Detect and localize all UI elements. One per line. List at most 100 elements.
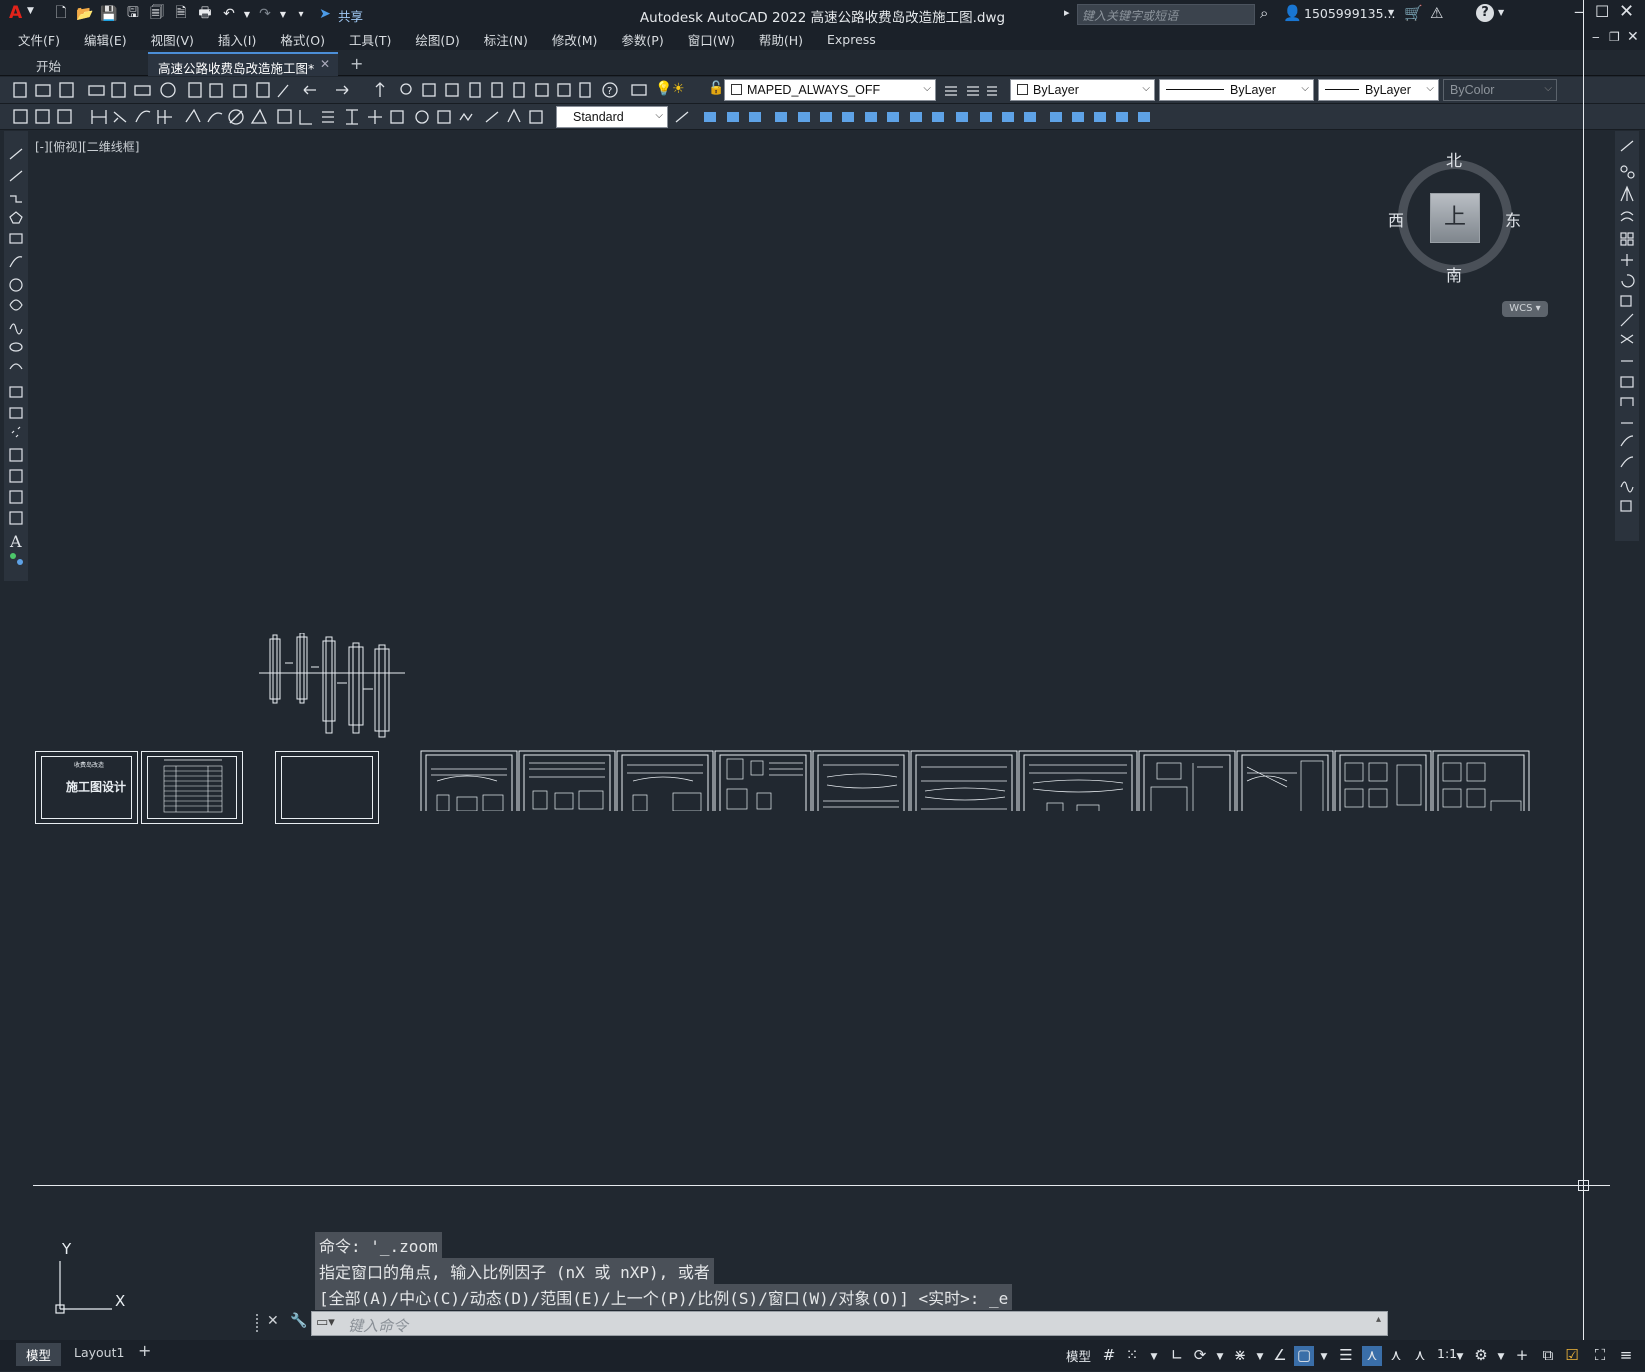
layout-tab-model[interactable]: 模型: [16, 1343, 62, 1366]
compass-south[interactable]: 南: [1446, 262, 1462, 286]
plot-icon[interactable]: 🖶: [194, 3, 216, 25]
menu-draw[interactable]: 绘图(D): [403, 30, 471, 49]
menu-parametric[interactable]: 参数(P): [609, 30, 675, 49]
workspace-gear-icon[interactable]: ⚙: [1471, 1346, 1491, 1366]
help-icon[interactable]: ?: [1476, 4, 1494, 22]
help-dropdown-icon[interactable]: ▼: [1498, 8, 1504, 17]
customize-status-icon[interactable]: ≡: [1616, 1346, 1636, 1366]
doc-restore-icon[interactable]: ❐: [1609, 30, 1620, 44]
menu-dimension[interactable]: 标注(N): [472, 30, 540, 49]
polar-icon[interactable]: ⟳: [1190, 1346, 1210, 1366]
cart-icon[interactable]: 🛒: [1404, 4, 1423, 22]
close-icon[interactable]: ✕: [1619, 1, 1634, 22]
wcs-button[interactable]: WCS ▾: [1502, 301, 1548, 317]
linetype-dropdown[interactable]: ByLayer ⌵: [1159, 79, 1314, 101]
scale-dropdown-icon[interactable]: ▼: [1450, 1352, 1470, 1372]
menu-format[interactable]: 格式(O): [268, 30, 337, 49]
command-input[interactable]: ▭▾ 键入命令 ▴: [311, 1311, 1388, 1336]
osnap-tracking-icon[interactable]: ∠: [1270, 1346, 1290, 1366]
toolbar-row1-icons[interactable]: ?: [8, 77, 688, 104]
viewcube-top-face[interactable]: 上: [1430, 193, 1480, 243]
share-button[interactable]: 共享: [338, 6, 363, 25]
menu-express[interactable]: Express: [815, 32, 888, 47]
save-as-icon[interactable]: 🖫: [122, 3, 144, 25]
viewport-label[interactable]: [-][俯视][二维线框]: [35, 138, 139, 155]
workspace-dropdown-icon[interactable]: ▼: [1491, 1352, 1511, 1372]
tab-start[interactable]: 开始: [26, 52, 144, 76]
construction-sheets[interactable]: [417, 711, 1557, 811]
layer-lock-icon[interactable]: 🔓: [708, 81, 724, 96]
isodraft-dropdown-icon[interactable]: ▼: [1250, 1352, 1270, 1372]
autoscale-icon[interactable]: ⋏: [1386, 1346, 1406, 1366]
undo-icon[interactable]: ↶: [218, 3, 240, 25]
search-expand-icon[interactable]: ▸: [1064, 6, 1070, 19]
doc-close-icon[interactable]: ✕: [1627, 29, 1639, 45]
search-icon[interactable]: ⌕: [1260, 4, 1268, 22]
quick-properties-icon[interactable]: ☑: [1562, 1346, 1582, 1366]
sheet-blank[interactable]: [275, 751, 379, 824]
detail-geometry[interactable]: [255, 633, 415, 743]
command-recent-icon[interactable]: ▭▾: [316, 1315, 335, 1330]
menu-modify[interactable]: 修改(M): [540, 30, 610, 49]
command-customize-icon[interactable]: 🔧: [290, 1313, 307, 1329]
status-model-button[interactable]: 模型: [1066, 1346, 1091, 1365]
tab-drawing[interactable]: 高速公路收费岛改造施工图* ✕: [148, 52, 338, 76]
redo-dropdown-icon[interactable]: ▼: [278, 3, 288, 25]
compass-east[interactable]: 东: [1505, 207, 1521, 231]
app-logo[interactable]: A: [9, 3, 22, 23]
grid-icon[interactable]: #: [1099, 1346, 1119, 1366]
viewcube[interactable]: 上 北 南 西 东: [1385, 147, 1525, 287]
save-icon[interactable]: 💾: [98, 3, 120, 25]
osnap-icon[interactable]: ▢: [1294, 1346, 1314, 1366]
annotation-visibility-icon[interactable]: ⋏: [1362, 1346, 1382, 1366]
command-close-icon[interactable]: ✕: [267, 1313, 279, 1329]
units-icon[interactable]: ⧉: [1538, 1346, 1558, 1366]
osnap-dropdown-icon[interactable]: ▼: [1314, 1352, 1334, 1372]
snap-dropdown-icon[interactable]: ▼: [1144, 1352, 1164, 1372]
undo-dropdown-icon[interactable]: ▼: [242, 3, 252, 25]
ortho-icon[interactable]: ∟: [1167, 1346, 1187, 1366]
menu-window[interactable]: 窗口(W): [676, 30, 747, 49]
redo-icon[interactable]: ↷: [254, 3, 276, 25]
user-name[interactable]: 1505999135...: [1304, 6, 1395, 21]
layer-on-icon[interactable]: 💡: [655, 81, 672, 97]
annotation-scale-icon[interactable]: ⋏: [1410, 1346, 1430, 1366]
snap-icon[interactable]: ⁙: [1122, 1346, 1142, 1366]
layer-dropdown[interactable]: MAPED_ALWAYS_OFF ⌵: [724, 79, 936, 101]
doc-minimize-icon[interactable]: ‒: [1592, 30, 1600, 44]
layout-tab-layout1[interactable]: Layout1: [66, 1343, 132, 1362]
toolbar-row2-icons[interactable]: [8, 104, 553, 130]
menu-view[interactable]: 视图(V): [139, 30, 206, 49]
compass-north[interactable]: 北: [1446, 147, 1462, 171]
drawing-canvas[interactable]: [-][俯视][二维线框] 上 北 南 西 东 WCS ▾ 收费岛改造 施工图设…: [33, 0, 1610, 1371]
search-input[interactable]: 键入关键字或短语: [1077, 4, 1255, 25]
draw-tool-icons[interactable]: A: [4, 131, 28, 581]
menu-file[interactable]: 文件(F): [0, 30, 72, 49]
sheet-cover[interactable]: 收费岛改造 施工图设计: [35, 751, 138, 824]
share-icon[interactable]: ➤: [314, 3, 336, 25]
maximize-icon[interactable]: ☐: [1595, 2, 1609, 21]
logo-dropdown-icon[interactable]: ▼: [27, 6, 34, 16]
tab-close-icon[interactable]: ✕: [320, 57, 330, 71]
menu-insert[interactable]: 插入(I): [206, 30, 268, 49]
polar-dropdown-icon[interactable]: ▼: [1210, 1352, 1230, 1372]
customize-qat-icon[interactable]: ▾: [290, 3, 312, 25]
sheet-index[interactable]: [141, 751, 243, 824]
lineweight-icon[interactable]: ☰: [1336, 1346, 1356, 1366]
menu-tools[interactable]: 工具(T): [337, 30, 403, 49]
modify-tool-icons[interactable]: [1615, 131, 1639, 541]
clean-screen-icon[interactable]: ⛶: [1590, 1346, 1610, 1366]
user-icon[interactable]: 👤: [1283, 4, 1302, 22]
annotation-monitor-icon[interactable]: +: [1512, 1346, 1532, 1366]
menu-help[interactable]: 帮助(H): [747, 30, 815, 49]
new-file-icon[interactable]: 🗋: [50, 3, 72, 25]
textstyle-dropdown[interactable]: Standard ⌵: [556, 106, 668, 128]
command-expand-icon[interactable]: ▴: [1376, 1314, 1381, 1325]
add-layout-icon[interactable]: +: [138, 1341, 151, 1360]
color-dropdown[interactable]: ByLayer ⌵: [1010, 79, 1155, 101]
user-dropdown-icon[interactable]: ▼: [1388, 8, 1394, 17]
isodraft-icon[interactable]: ⋇: [1230, 1346, 1250, 1366]
menu-edit[interactable]: 编辑(E): [72, 30, 139, 49]
layer-thaw-icon[interactable]: ☀: [672, 81, 685, 97]
layer-tools-icons[interactable]: [939, 77, 999, 104]
